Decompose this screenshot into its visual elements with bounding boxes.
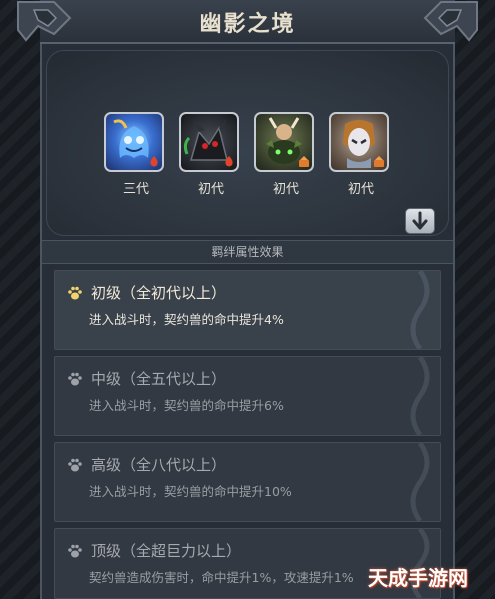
effect-description: 进入战斗时，契约兽的命中提升10%	[89, 484, 292, 499]
site-watermark: 天成手游网	[368, 566, 468, 590]
creature-generation-label: 初代	[347, 182, 374, 197]
paw-icon	[68, 544, 82, 558]
fire-element-icon	[150, 156, 158, 167]
effect-card-tier-1[interactable]: 初级（全初代以上） 进入战斗时，契约兽的命中提升4%	[54, 270, 441, 350]
paw-icon	[68, 458, 82, 472]
paw-icon	[68, 286, 82, 300]
effect-description: 进入战斗时，契约兽的命中提升4%	[89, 312, 284, 327]
section-title: 羁绊属性效果	[42, 240, 453, 264]
fire-element-icon	[225, 156, 233, 167]
effect-card-tier-2[interactable]: 中级（全五代以上） 进入战斗时，契约兽的命中提升6%	[54, 356, 441, 436]
earth-element-icon	[299, 156, 309, 167]
creature-portrait[interactable]	[254, 112, 314, 172]
game-screen: 幽影之境 三代 初代 初代 初代 羁绊属性效果 初级（全初代以上） 进入战斗时，…	[0, 0, 495, 599]
creature-slot-1[interactable]: 三代	[104, 112, 168, 197]
effect-title: 初级（全初代以上）	[91, 284, 227, 302]
creature-portrait[interactable]	[179, 112, 239, 172]
earth-element-icon	[374, 156, 384, 167]
effect-card-tier-3[interactable]: 高级（全八代以上） 进入战斗时，契约兽的命中提升10%	[54, 442, 441, 522]
right-border-pattern	[455, 0, 495, 599]
effect-title: 顶级（全超巨力以上）	[91, 542, 242, 560]
card-ornament-icon	[410, 443, 430, 521]
creature-portrait[interactable]	[329, 112, 389, 172]
paw-icon	[68, 372, 82, 386]
creature-generation-label: 初代	[197, 182, 224, 197]
arrow-down-icon	[412, 211, 428, 230]
effect-title: 高级（全八代以上）	[91, 456, 227, 474]
page-title: 幽影之境	[199, 12, 296, 37]
card-ornament-icon	[410, 271, 430, 349]
left-border-pattern	[0, 0, 40, 599]
expand-button[interactable]	[405, 208, 435, 234]
creature-slot-2[interactable]: 初代	[179, 112, 243, 197]
creature-generation-label: 初代	[272, 182, 299, 197]
creature-slot-3[interactable]: 初代	[254, 112, 318, 197]
creature-generation-label: 三代	[122, 182, 149, 197]
effect-title: 中级（全五代以上）	[91, 370, 227, 388]
card-ornament-icon	[410, 357, 430, 435]
creature-slot-4[interactable]: 初代	[329, 112, 393, 197]
effect-description: 契约兽造成伤害时，命中提升1%，攻速提升1%	[89, 570, 354, 585]
creature-portrait[interactable]	[104, 112, 164, 172]
effect-description: 进入战斗时，契约兽的命中提升6%	[89, 398, 284, 413]
